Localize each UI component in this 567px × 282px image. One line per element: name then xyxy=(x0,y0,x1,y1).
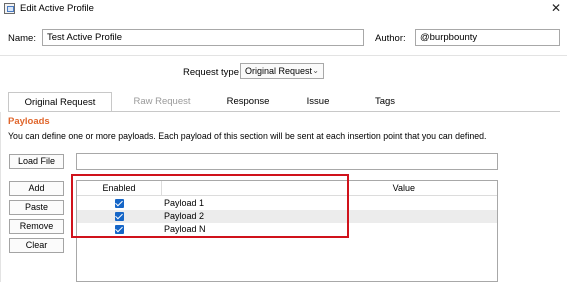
tab-raw-request[interactable]: Raw Request xyxy=(112,92,212,111)
paste-button[interactable]: Paste xyxy=(9,200,64,215)
clear-button[interactable]: Clear xyxy=(9,238,64,253)
name-field[interactable]: Test Active Profile xyxy=(42,29,364,46)
request-type-value: Original Request xyxy=(245,66,313,76)
request-type-select[interactable]: Original Request ⌄ xyxy=(240,63,324,79)
section-title: Payloads xyxy=(8,116,50,127)
title-bar: Edit Active Profile ✕ xyxy=(0,0,567,18)
file-path-field[interactable] xyxy=(76,153,498,170)
chevron-down-icon: ⌄ xyxy=(312,66,319,75)
tab-response[interactable]: Response xyxy=(212,92,284,111)
divider xyxy=(0,55,567,56)
request-type-label: Request type xyxy=(183,67,239,78)
window-title: Edit Active Profile xyxy=(20,3,94,14)
add-button[interactable]: Add xyxy=(9,181,64,196)
tab-original-request[interactable]: Original Request xyxy=(8,92,112,111)
tab-bar: Original Request Raw Request Response Is… xyxy=(8,92,560,111)
author-label: Author: xyxy=(375,33,406,44)
close-icon[interactable]: ✕ xyxy=(551,1,561,15)
highlight-box xyxy=(71,174,349,238)
remove-button[interactable]: Remove xyxy=(9,219,64,234)
section-description: You can define one or more payloads. Eac… xyxy=(8,131,487,141)
author-field[interactable]: @burpbounty xyxy=(415,29,560,46)
tab-tags[interactable]: Tags xyxy=(352,92,418,111)
tab-issue[interactable]: Issue xyxy=(284,92,352,111)
name-label: Name: xyxy=(8,33,36,44)
load-file-button[interactable]: Load File xyxy=(9,154,64,169)
app-icon xyxy=(4,3,15,14)
